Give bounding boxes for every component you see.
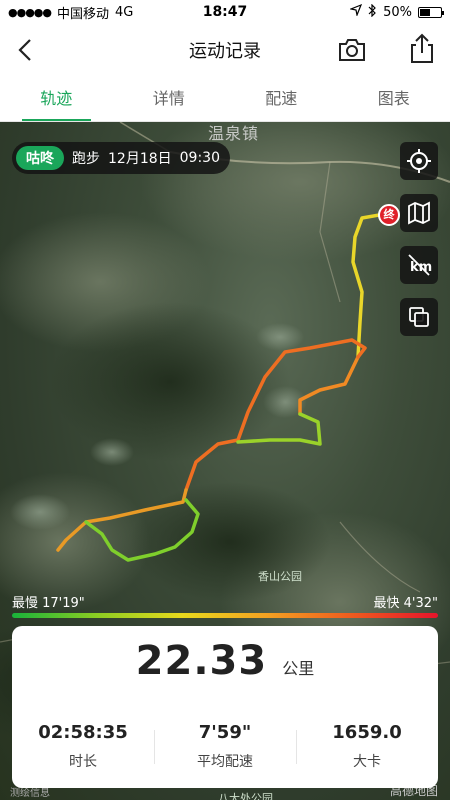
status-bar: ●●●●● 中国移动 4G 18:47 50% xyxy=(0,0,450,24)
town-label: 温泉镇 xyxy=(208,124,260,143)
page-title: 运动记录 xyxy=(189,41,261,62)
duration-value: 02:58:35 xyxy=(38,722,128,743)
pace-value: 7'59" xyxy=(198,722,252,743)
stats-row: 02:58:35 时长 7'59" 平均配速 1659.0 大卡 xyxy=(12,722,438,771)
park-label: 香山公园 xyxy=(258,570,302,583)
tab-details[interactable]: 详情 xyxy=(113,76,226,121)
share-icon[interactable] xyxy=(406,32,438,66)
copy-icon[interactable] xyxy=(400,298,438,336)
pace-gradient-bar xyxy=(12,613,438,618)
distance-unit: 公里 xyxy=(282,659,315,678)
locate-icon[interactable] xyxy=(400,142,438,180)
distance-value: 22.33 xyxy=(135,638,268,684)
brand-tag: 咕咚 xyxy=(16,146,64,170)
status-time: 18:47 xyxy=(202,4,248,20)
tab-pace[interactable]: 配速 xyxy=(225,76,338,121)
tab-bar: 轨迹 详情 配速 图表 xyxy=(0,76,450,122)
km-toggle-icon[interactable]: km xyxy=(400,246,438,284)
map-layer-icon[interactable] xyxy=(400,194,438,232)
calories-label: 大卡 xyxy=(353,754,381,770)
camera-icon[interactable] xyxy=(336,34,368,66)
activity-date: 12月18日 xyxy=(108,151,172,167)
slowest-pace-label: 最慢 17'19" xyxy=(12,596,85,611)
battery-icon xyxy=(418,6,444,18)
calories-value: 1659.0 xyxy=(332,722,402,743)
duration-label: 时长 xyxy=(69,754,97,770)
stats-card: 22.33 公里 02:58:35 时长 7'59" 平均配速 1659.0 大… xyxy=(12,626,438,788)
fastest-pace-label: 最快 4'32" xyxy=(373,596,439,611)
pace-label: 平均配速 xyxy=(197,754,253,770)
tab-track[interactable]: 轨迹 xyxy=(0,76,113,121)
duration-stat: 02:58:35 时长 xyxy=(12,722,154,771)
tab-charts[interactable]: 图表 xyxy=(338,76,450,121)
end-marker: 终 xyxy=(378,204,400,226)
sport-type: 跑步 xyxy=(72,151,100,167)
bottom-place-label: 八大处公园 xyxy=(218,792,273,800)
pace-legend: 最慢 17'19" 最快 4'32" xyxy=(12,592,438,622)
calories-stat: 1659.0 大卡 xyxy=(296,722,438,771)
pace-stat: 7'59" 平均配速 xyxy=(154,722,296,771)
activity-time: 09:30 xyxy=(179,150,220,166)
nav-bar: 运动记录 xyxy=(0,24,450,76)
back-icon[interactable] xyxy=(10,34,42,66)
distance-summary: 22.33 公里 xyxy=(12,638,438,684)
activity-info-pill: 咕咚 跑步 12月18日 09:30 xyxy=(12,142,230,174)
